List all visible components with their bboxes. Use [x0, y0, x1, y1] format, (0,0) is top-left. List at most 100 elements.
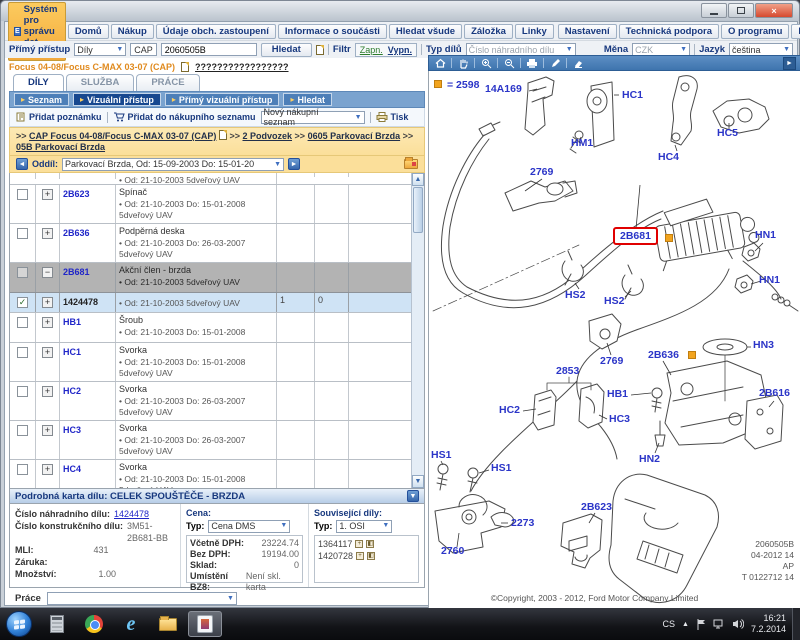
scroll-thumb[interactable]	[413, 187, 423, 233]
callout-HS2[interactable]: HS2	[604, 295, 624, 307]
search-button[interactable]: Hledat	[261, 43, 312, 57]
callout-HN2[interactable]: HN2	[639, 453, 660, 465]
tray-expand-icon[interactable]: ▲	[682, 621, 689, 628]
expand-button[interactable]	[42, 297, 53, 308]
network-icon[interactable]	[713, 619, 725, 629]
menu-tab-domu[interactable]: Domů	[68, 24, 109, 39]
print-diagram-icon[interactable]	[525, 57, 539, 69]
row-checkbox-checked[interactable]: ✓	[17, 297, 28, 308]
filter-off-link[interactable]: Vypn.	[388, 45, 412, 55]
callout-2B623[interactable]: 2B623	[581, 501, 612, 513]
callout-HC4[interactable]: HC4	[658, 151, 679, 163]
taskbar-dms-app-icon[interactable]	[188, 611, 222, 637]
callout-HN3[interactable]: HN3	[753, 339, 774, 351]
callout-2B616[interactable]: 2B616	[759, 387, 790, 399]
table-scrollbar[interactable]: ▲ ▼	[411, 173, 424, 488]
breadcrumb-link-group[interactable]: 2 Podvozek	[242, 131, 292, 141]
open-icon[interactable]: ◧	[367, 552, 375, 560]
part-code-link[interactable]: HC2	[63, 386, 81, 396]
callout-HC3[interactable]: HC3	[609, 413, 630, 425]
row-checkbox[interactable]	[17, 317, 28, 328]
taskbar-ie-icon[interactable]: e	[114, 611, 148, 637]
subnav-hledat[interactable]: Hledat	[283, 93, 332, 106]
scope-dropdown[interactable]: Díly▼	[74, 43, 126, 56]
previous-section-button[interactable]: ◄	[16, 158, 28, 170]
part-number-link[interactable]: 1424478	[114, 508, 149, 520]
start-button[interactable]	[6, 611, 32, 637]
related-part-link[interactable]: 1364117	[318, 538, 352, 550]
callout-HS2[interactable]: HS2	[565, 289, 585, 301]
callout-2769-upper[interactable]: 2769	[530, 166, 553, 178]
callout-HS1[interactable]: HS1	[431, 449, 451, 461]
home-view-icon[interactable]	[433, 57, 447, 69]
menu-tab-zalozka[interactable]: Záložka	[464, 24, 513, 39]
zoom-in-icon[interactable]	[479, 57, 493, 69]
keyboard-language-indicator[interactable]: CS	[663, 619, 676, 629]
action-center-flag-icon[interactable]	[696, 619, 706, 630]
menu-tab-informace[interactable]: Informace o součásti	[278, 24, 387, 39]
taskbar-chrome-icon[interactable]	[77, 611, 111, 637]
row-checkbox[interactable]	[17, 464, 28, 475]
part-number-link[interactable]: 1424478	[63, 297, 98, 307]
menu-tab-nakup[interactable]: Nákup	[111, 24, 154, 39]
row-checkbox[interactable]	[17, 425, 28, 436]
panel-expand-arrow[interactable]: ►	[783, 57, 796, 70]
window-titlebar[interactable]: ×	[1, 1, 799, 21]
part-code-link[interactable]: HC1	[63, 347, 81, 357]
print-button[interactable]: Tisk	[376, 112, 409, 122]
menu-tab-o-programu[interactable]: O programu	[721, 24, 789, 39]
section-dropdown[interactable]: Parkovací Brzda, Od: 15-09-2003 Do: 15-0…	[62, 158, 284, 171]
expand-button[interactable]	[42, 425, 53, 436]
callout-HB1[interactable]: HB1	[607, 388, 628, 400]
subnav-primy-vizualni-pristup[interactable]: Přímý vizuální přístup	[165, 93, 280, 106]
next-section-button[interactable]: ►	[288, 158, 300, 170]
pencil-icon[interactable]	[548, 57, 562, 69]
add-to-shopping-list-button[interactable]: Přidat do nákupního seznamu	[113, 112, 256, 122]
document-icon[interactable]	[181, 62, 189, 72]
work-dropdown[interactable]: ▼	[47, 592, 237, 605]
callout-14A169[interactable]: 14A169	[485, 83, 522, 95]
callout-2853[interactable]: 2853	[556, 365, 579, 377]
callout-HM1[interactable]: HM1	[571, 137, 593, 149]
taskbar-folder-icon[interactable]	[151, 611, 185, 637]
callout-2760[interactable]: 2760	[441, 545, 464, 557]
diagram-canvas[interactable]: = 2598 14A169 HC1 HM1 HC4 HC5 2769 2B681…	[428, 71, 800, 610]
add-note-button[interactable]: Přidat poznámku	[16, 112, 102, 122]
filter-on-link[interactable]: Zapn.	[360, 45, 383, 55]
expand-button[interactable]	[42, 386, 53, 397]
taskbar-calculator-icon[interactable]	[40, 611, 74, 637]
part-code-link[interactable]: HC3	[63, 425, 81, 435]
related-part-link[interactable]: 1420728	[318, 550, 353, 562]
tab-dily[interactable]: DÍLY	[13, 74, 64, 91]
callout-HC1[interactable]: HC1	[622, 89, 643, 101]
row-checkbox[interactable]	[17, 386, 28, 397]
part-code-link[interactable]: 2B681	[63, 267, 90, 277]
maximize-button[interactable]	[728, 3, 754, 18]
taskbar-clock[interactable]: 16:21 7.2.2014	[751, 613, 786, 635]
scroll-up-arrow[interactable]: ▲	[412, 173, 424, 186]
callout-HS1[interactable]: HS1	[491, 462, 511, 474]
close-button[interactable]: ×	[755, 3, 793, 18]
part-code-link[interactable]: 2B623	[63, 189, 90, 199]
expand-button[interactable]	[42, 347, 53, 358]
volume-icon[interactable]	[732, 619, 744, 629]
row-checkbox[interactable]	[17, 267, 28, 278]
callout-HN1[interactable]: HN1	[759, 274, 780, 286]
collapse-panel-button[interactable]: ▼	[407, 490, 419, 502]
pan-hand-icon[interactable]	[456, 57, 470, 69]
expand-icon[interactable]: +	[356, 552, 364, 560]
row-checkbox[interactable]	[17, 347, 28, 358]
subnav-vizualni-pristup[interactable]: Vizuální přístup	[73, 93, 161, 106]
part-code-link[interactable]: 2B636	[63, 228, 90, 238]
callout-2769-lower[interactable]: 2769	[600, 355, 623, 367]
part-code-link[interactable]: HC4	[63, 464, 81, 474]
callout-2B636[interactable]: 2B636	[648, 349, 679, 361]
callout-HC5[interactable]: HC5	[717, 127, 738, 139]
expand-button[interactable]	[42, 228, 53, 239]
menu-tab-podpora[interactable]: Technická podpora	[619, 24, 719, 39]
row-checkbox[interactable]	[17, 228, 28, 239]
copy-icon[interactable]	[316, 45, 324, 55]
expand-button[interactable]	[42, 464, 53, 475]
callout-HN1[interactable]: HN1	[755, 229, 776, 241]
document-icon[interactable]	[219, 130, 227, 140]
